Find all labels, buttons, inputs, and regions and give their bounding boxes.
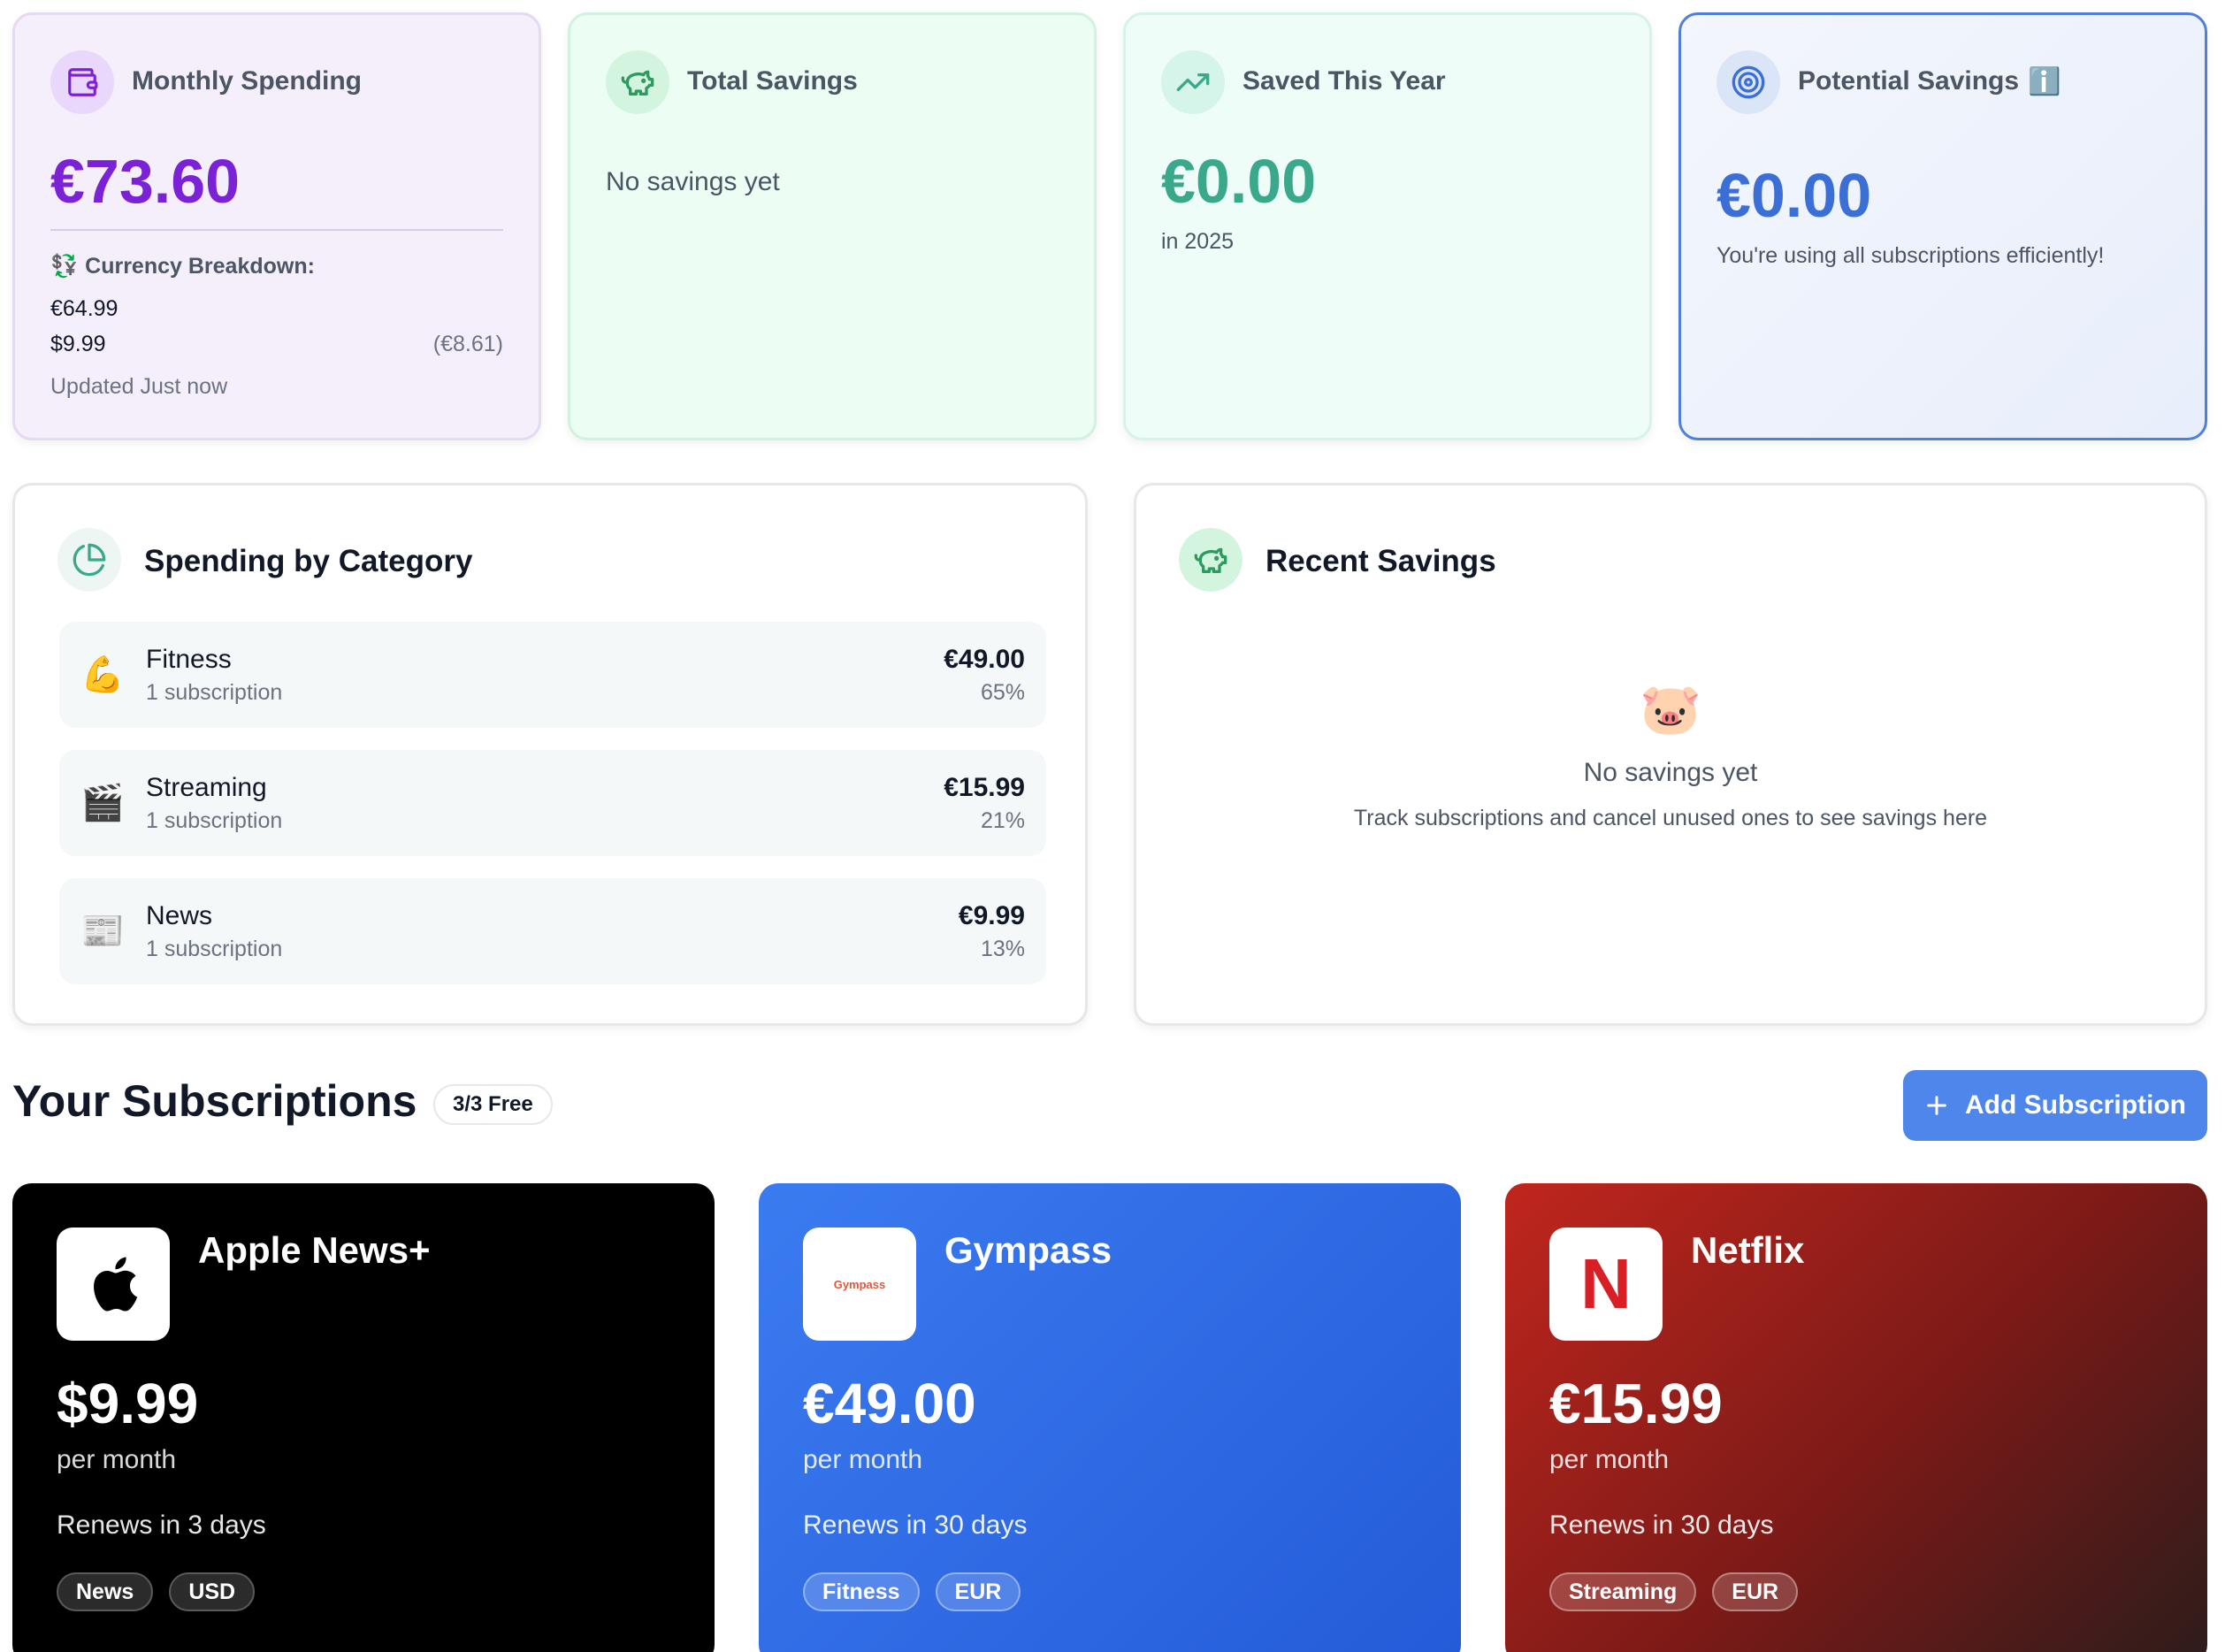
saved-this-year-card: Saved This Year €0.00 in 2025 [1123,12,1652,440]
saved-this-year-value: €0.00 [1161,147,1317,216]
category-amount: €15.99 [944,773,1025,802]
potential-savings-card: Potential Savings ℹ️ €0.00 You're using … [1678,12,2207,440]
recent-savings-empty-sub: Track subscriptions and cancel unused on… [1353,806,1988,830]
trending-up-icon [1161,50,1225,114]
subscription-renewal: Renews in 30 days [803,1511,1028,1540]
category-row-streaming[interactable]: 🎬 Streaming 1 subscription €15.99 21% [59,750,1046,856]
potential-savings-title: Potential Savings ℹ️ [1798,66,2061,97]
subscription-price: €15.99 [1549,1372,1723,1435]
subscription-name: Netflix [1691,1229,1805,1271]
plan-badge: 3/3 Free [433,1084,553,1125]
category-tag: News [57,1572,154,1611]
divider [50,229,503,231]
currency-tag: USD [169,1572,256,1611]
add-subscription-button[interactable]: Add Subscription [1903,1070,2207,1141]
clapper-board-icon: 🎬 [80,784,125,822]
monthly-spending-value: €73.60 [50,147,241,216]
newspaper-icon: 📰 [80,912,125,951]
category-count: 1 subscription [146,808,283,833]
subscription-card-apple-news[interactable]: Apple News+ $9.99 per month Renews in 3 … [12,1183,715,1652]
currency-tag: EUR [1712,1572,1799,1611]
monthly-spending-card: Monthly Spending €73.60 💱 Currency Break… [12,12,541,440]
apple-logo-icon [57,1228,170,1341]
category-tag: Streaming [1549,1572,1697,1611]
wallet-icon [50,50,114,114]
piggy-bank-icon [606,50,669,114]
subscription-renewal: Renews in 3 days [57,1511,266,1540]
saved-this-year-title: Saved This Year [1242,66,1446,96]
category-percent: 21% [980,808,1025,833]
category-count: 1 subscription [146,937,283,961]
saved-this-year-sub: in 2025 [1161,229,1235,254]
flexed-biceps-icon: 💪 [80,655,125,694]
currency-exchange-icon: 💱 [50,254,79,279]
total-savings-empty: No savings yet [606,167,780,196]
target-icon [1717,50,1780,114]
category-name: Streaming [146,773,267,802]
category-percent: 65% [980,680,1025,705]
subscription-tags: Fitness EUR [803,1572,1021,1611]
total-savings-title: Total Savings [687,66,858,96]
spending-by-category-panel: Spending by Category 💪 Fitness 1 subscri… [12,483,1088,1026]
category-amount: €9.99 [958,901,1025,930]
potential-savings-sub: You're using all subscriptions efficient… [1717,243,2105,268]
category-count: 1 subscription [146,680,283,705]
netflix-logo: N [1549,1228,1663,1341]
potential-savings-value: €0.00 [1717,161,1872,230]
subscription-price: $9.99 [57,1372,199,1435]
category-amount: €49.00 [944,645,1025,674]
category-row-fitness[interactable]: 💪 Fitness 1 subscription €49.00 65% [59,622,1046,728]
pig-face-icon: 🐷 [1640,681,1701,737]
subscription-tags: News USD [57,1572,256,1611]
gympass-logo: Gympass [803,1228,916,1341]
subscription-price: €49.00 [803,1372,976,1435]
subscription-card-gympass[interactable]: Gympass Gympass €49.00 per month Renews … [759,1183,1461,1652]
category-row-news[interactable]: 📰 News 1 subscription €9.99 13% [59,878,1046,984]
breakdown-usd-converted: (€8.61) [432,332,503,356]
category-name: News [146,901,213,930]
recent-savings-title: Recent Savings [1265,544,1496,578]
category-name: Fitness [146,645,232,674]
total-savings-card: Total Savings No savings yet [568,12,1097,440]
currency-breakdown-label: 💱 Currency Breakdown: [50,254,315,279]
breakdown-eur: €64.99 [50,296,119,321]
plus-icon [1927,1096,1946,1115]
monthly-spending-title: Monthly Spending [132,66,362,96]
breakdown-usd: $9.99 [50,332,106,356]
spending-by-category-title: Spending by Category [144,544,473,578]
subscription-card-netflix[interactable]: N Netflix €15.99 per month Renews in 30 … [1505,1183,2207,1652]
updated-timestamp: Updated Just now [50,374,228,399]
subscription-period: per month [57,1445,177,1474]
category-percent: 13% [980,937,1025,961]
subscriptions-title: Your Subscriptions [12,1076,417,1126]
pie-chart-icon [57,528,121,592]
currency-tag: EUR [935,1572,1021,1611]
category-tag: Fitness [803,1572,920,1611]
subscription-renewal: Renews in 30 days [1549,1511,1774,1540]
subscription-tags: Streaming EUR [1549,1572,1799,1611]
recent-savings-panel: Recent Savings 🐷 No savings yet Track su… [1134,483,2207,1026]
subscription-name: Apple News+ [198,1229,431,1271]
subscription-period: per month [803,1445,923,1474]
recent-savings-empty-title: No savings yet [1583,758,1758,787]
piggy-bank-icon [1179,528,1242,592]
info-icon[interactable]: ℹ️ [2028,66,2061,97]
subscription-name: Gympass [944,1229,1112,1271]
subscription-period: per month [1549,1445,1670,1474]
